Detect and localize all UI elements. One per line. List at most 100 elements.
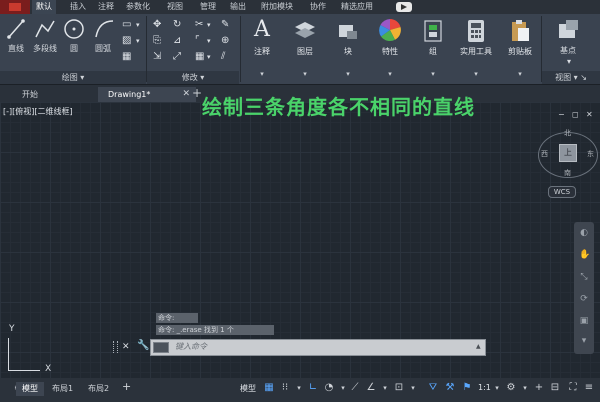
hatch-icon[interactable]: ▨ — [122, 36, 131, 46]
snap-mode-icon[interactable]: ⁝⁝ — [278, 381, 292, 395]
command-input[interactable] — [175, 340, 465, 353]
array-icon[interactable]: ▦ — [195, 52, 204, 62]
fillet-icon[interactable]: ⌜ — [195, 36, 200, 46]
annotation-visibility-icon[interactable]: ⛛ — [426, 381, 440, 395]
dropdown-icon[interactable]: ▾ — [564, 57, 574, 66]
zoom-extents-icon[interactable]: ⤡ — [579, 272, 589, 282]
workspace-gear-icon[interactable]: ⚙ — [504, 381, 518, 395]
close-icon[interactable]: ✕ — [182, 87, 190, 102]
tab-layout2[interactable]: 布局2 — [82, 382, 115, 396]
stretch-icon[interactable]: ⇲ — [153, 52, 161, 62]
draw-more-icon[interactable]: ▦ — [122, 52, 131, 62]
dropdown-icon[interactable]: ▾ — [579, 336, 589, 346]
tab-parametric[interactable]: 参数化 — [122, 0, 154, 14]
scale-icon[interactable]: ⤢ — [173, 52, 181, 62]
circle-tool-icon[interactable] — [63, 17, 85, 41]
grid-icon[interactable]: ▦ — [262, 381, 276, 395]
clipboard-button[interactable]: 剪贴板 ▾ — [500, 16, 540, 82]
customize-wrench-icon[interactable]: 🔧 — [137, 340, 149, 351]
arc-tool-icon[interactable] — [93, 17, 115, 41]
close-viewport-icon[interactable]: ✕ — [586, 110, 593, 119]
polyline-tool-icon[interactable] — [34, 17, 56, 41]
erase-icon[interactable]: ✎ — [221, 20, 229, 30]
line-tool-label[interactable]: 直线 — [4, 43, 28, 54]
dropdown-icon[interactable]: ▾ — [292, 381, 306, 395]
tab-collaborate[interactable]: 协作 — [306, 0, 330, 14]
application-menu-button[interactable] — [0, 0, 30, 14]
layers-button[interactable]: 图层 ▾ — [285, 16, 325, 82]
tab-featured-apps[interactable]: 精选应用 — [337, 0, 377, 14]
line-tool-icon[interactable] — [6, 17, 26, 41]
tab-annotate[interactable]: 注释 — [94, 0, 118, 14]
pan-icon[interactable]: ✋ — [579, 250, 590, 260]
trim-icon[interactable]: ✂ — [195, 20, 203, 30]
auto-scale-icon[interactable]: ⚒ — [443, 381, 457, 395]
dropdown-icon[interactable]: ▾ — [136, 36, 140, 46]
dropdown-icon[interactable]: ▾ — [378, 381, 392, 395]
new-tab-plus-icon[interactable]: + — [192, 85, 202, 102]
annotation-button[interactable]: A 注释 ▾ — [242, 16, 282, 82]
restore-viewport-icon[interactable]: ◻ — [572, 110, 579, 119]
dropdown-icon[interactable]: ▾ — [207, 52, 211, 62]
tab-layout1[interactable]: 布局1 — [46, 382, 79, 396]
annotation-scale-icon[interactable]: ⚑ — [460, 381, 474, 395]
draw-panel-title[interactable]: 绘图 ▾ — [0, 71, 146, 84]
showmotion-icon[interactable]: ▣ — [579, 316, 589, 326]
object-snap-tracking-icon[interactable]: ∠ — [364, 381, 378, 395]
command-grip-handle[interactable] — [113, 341, 118, 353]
dropdown-icon[interactable]: ▾ — [207, 20, 211, 30]
dropdown-icon[interactable]: ▾ — [136, 20, 140, 30]
tab-addins[interactable]: 附加模块 — [257, 0, 297, 14]
object-snap-icon[interactable]: ⊡ — [392, 381, 406, 395]
model-space-toggle[interactable]: 模型 — [240, 383, 256, 394]
video-camera-icon[interactable] — [396, 2, 412, 12]
fullscreen-icon[interactable]: ⛶ — [566, 381, 580, 395]
dropdown-icon[interactable]: ▾ — [207, 36, 211, 46]
viewcube-east[interactable]: 东 — [587, 149, 594, 159]
drawing-canvas[interactable] — [0, 102, 600, 378]
minimize-viewport-icon[interactable]: − — [558, 110, 565, 119]
viewcube-north[interactable]: 北 — [564, 128, 571, 138]
modify-panel-title[interactable]: 修改 ▾ — [147, 71, 239, 84]
mirror-icon[interactable]: ⊿ — [173, 36, 181, 46]
dropdown-icon[interactable]: ▾ — [490, 381, 504, 395]
viewcube-west[interactable]: 西 — [541, 149, 548, 159]
polyline-tool-label[interactable]: 多段线 — [30, 43, 60, 54]
recent-commands-icon[interactable] — [153, 342, 169, 353]
annotation-scale-value[interactable]: 1:1 — [478, 383, 491, 392]
customize-menu-icon[interactable]: ≡ — [582, 381, 596, 395]
rotate-icon[interactable]: ↻ — [173, 20, 181, 30]
block-button[interactable]: 块 ▾ — [328, 16, 368, 82]
ortho-mode-icon[interactable]: ∟ — [306, 381, 320, 395]
tab-drawing1[interactable]: Drawing1* ✕ — [98, 87, 196, 102]
annotation-monitor-plus-icon[interactable]: + — [532, 381, 546, 395]
isolate-objects-icon[interactable]: ⊟ — [548, 381, 562, 395]
dropdown-icon[interactable]: ▾ — [406, 381, 420, 395]
tab-output[interactable]: 输出 — [226, 0, 250, 14]
circle-tool-label[interactable]: 圆 — [64, 43, 84, 54]
orbit-icon[interactable]: ⟳ — [579, 294, 589, 304]
command-history-toggle-icon[interactable]: ▲ — [476, 343, 481, 350]
base-point-label[interactable]: 基点 — [550, 45, 586, 56]
arc-tool-label[interactable]: 圆弧 — [90, 43, 116, 54]
close-icon[interactable]: ✕ — [122, 342, 130, 352]
wcs-menu[interactable]: WCS — [548, 186, 576, 198]
view-panel-title[interactable]: 视图 ▾ ↘ — [542, 71, 600, 84]
utilities-button[interactable]: 实用工具 ▾ — [454, 16, 498, 82]
viewcube-south[interactable]: 南 — [564, 168, 571, 178]
base-point-icon[interactable] — [556, 18, 580, 42]
tab-model[interactable]: 模型 — [16, 382, 44, 396]
copy-icon[interactable]: ⎘ — [153, 36, 161, 46]
group-button[interactable]: 组 ▾ — [413, 16, 453, 82]
dropdown-icon[interactable]: ▾ — [518, 381, 532, 395]
offset-icon[interactable]: ⫽ — [221, 52, 225, 62]
properties-button[interactable]: 特性 ▾ — [370, 16, 410, 82]
move-icon[interactable]: ✥ — [153, 20, 161, 30]
tab-default[interactable]: 默认 — [32, 0, 56, 14]
tab-insert[interactable]: 插入 — [66, 0, 90, 14]
tab-manage[interactable]: 管理 — [196, 0, 220, 14]
add-layout-icon[interactable]: + — [122, 380, 131, 393]
tab-view[interactable]: 视图 — [163, 0, 187, 14]
explode-icon[interactable]: ⊕ — [221, 36, 229, 46]
rectangle-icon[interactable]: ▭ — [122, 20, 131, 30]
